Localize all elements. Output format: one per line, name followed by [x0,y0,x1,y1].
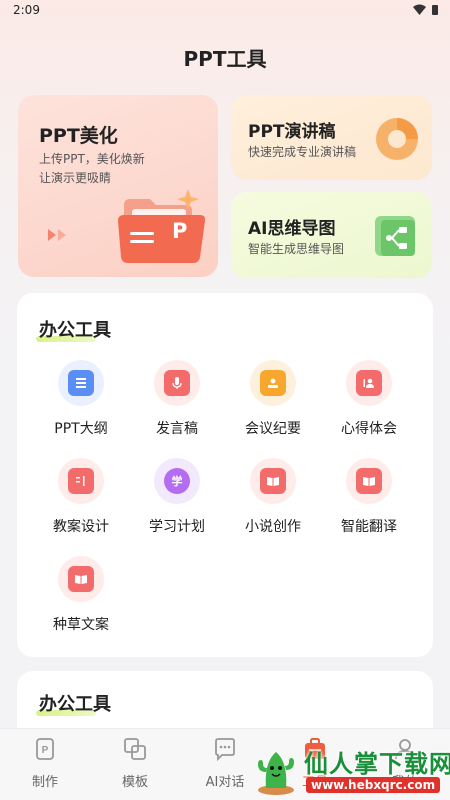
tool-novel-writing[interactable]: 小说创作 [225,458,321,536]
office-tools-title-2: 办公工具 [39,694,111,715]
ai-mindmap-title: AI思维导图 [248,219,336,239]
nav-label: 制作 [31,775,58,790]
tool-label: 会议纪要 [245,421,301,437]
watermark: 仙人掌下载网 www.hebxqrc.com [252,742,450,798]
tool-label: 小说创作 [245,519,301,535]
battery-icon [432,4,438,15]
status-time: 2:09 [13,3,40,17]
ppt-beautify-subtitle-1: 上传PPT，美化焕新 [39,152,145,166]
folder-icon [118,189,206,263]
tool-meeting-minutes[interactable]: 会议纪要 [225,360,321,438]
chat-icon [215,738,235,762]
status-icons [413,4,438,15]
pie-chart-icon [376,118,418,160]
tool-label: 教案设计 [53,519,109,535]
watermark-title: 仙人掌下载网 [304,750,450,778]
tool-smart-translate[interactable]: 智能翻译 [321,458,417,536]
copywriting-book-icon [58,556,104,602]
tool-label: 心得体会 [341,421,397,437]
ppt-speech-card[interactable]: PPT演讲稿 快速完成专业演讲稿 [231,95,432,180]
office-tools-panel: 办公工具 PPT大纲 发言稿 会议纪要 心得体会 教案设计 学 学习计划 小说创… [17,293,433,657]
tool-study-plan[interactable]: 学 学习计划 [129,458,225,536]
nav-label: 模板 [121,775,148,790]
tool-label: PPT大纲 [54,421,108,437]
tool-speech-draft[interactable]: 发言稿 [129,360,225,438]
ppt-speech-subtitle: 快速完成专业演讲稿 [248,145,357,159]
nav-template[interactable]: 模板 [90,737,180,790]
tool-label: 学习计划 [149,519,205,535]
tool-label: 发言稿 [156,421,198,437]
outline-icon [58,360,104,406]
tool-reflections[interactable]: 心得体会 [321,360,417,438]
tool-label: 智能翻译 [341,519,397,535]
status-bar: 2:09 [0,0,450,22]
cactus-mascot-icon [258,752,294,795]
tool-promo-copy[interactable]: 种草文案 [33,556,129,634]
folder-letter: P [172,219,188,243]
meeting-icon [250,360,296,406]
ppt-speech-title: PPT演讲稿 [248,122,336,142]
book-icon [250,458,296,504]
ppt-beautify-title: PPT美化 [39,125,118,147]
tool-lesson-plan[interactable]: 教案设计 [33,458,129,536]
study-icon: 学 [154,458,200,504]
ppt-beautify-subtitle-2: 让演示更吸睛 [39,171,112,185]
wifi-icon [413,4,426,15]
page-title: PPT工具 [183,47,267,71]
profile-icon [346,360,392,406]
ppt-beautify-card[interactable]: PPT美化 上传PPT，美化焕新 让演示更吸睛 P [18,95,218,277]
tool-ppt-outline[interactable]: PPT大纲 [33,360,129,438]
study-glyph: 学 [171,475,183,488]
microphone-icon [154,360,200,406]
nav-make[interactable]: P 制作 [0,737,90,790]
template-icon [124,738,146,760]
translate-book-icon [346,458,392,504]
ai-mindmap-subtitle: 智能生成思维导图 [248,242,345,256]
lesson-plan-icon [58,458,104,504]
ai-mindmap-card[interactable]: AI思维导图 智能生成思维导图 [231,192,432,278]
play-arrows-icon [48,229,66,241]
mindmap-icon [375,216,415,256]
svg-text:P: P [42,745,49,756]
tool-label: 种草文案 [53,617,109,633]
watermark-url: www.hebxqrc.com [306,777,441,793]
office-tools-title: 办公工具 [39,320,111,341]
make-icon: P [36,738,54,760]
